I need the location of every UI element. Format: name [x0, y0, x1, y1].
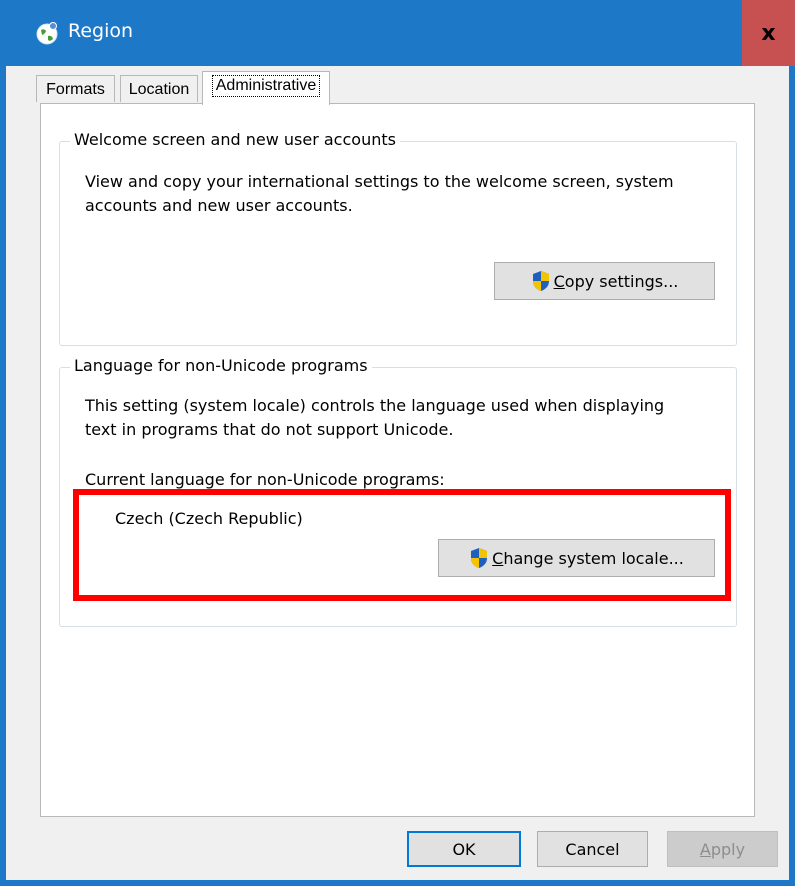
copy-settings-mnemonic: C: [553, 271, 565, 291]
administrative-panel: Welcome screen and new user accounts Vie…: [40, 103, 755, 817]
close-button[interactable]: x: [742, 0, 795, 66]
window-title: Region: [68, 20, 134, 42]
red-highlight-box: [73, 489, 731, 601]
tab-administrative[interactable]: Administrative: [202, 71, 330, 105]
tab-formats[interactable]: Formats: [36, 75, 115, 102]
globe-icon: [36, 22, 58, 45]
language-group-legend: Language for non-Unicode programs: [70, 356, 372, 375]
language-description-line1: This setting (system locale) controls th…: [85, 396, 665, 415]
apply-label: Apply: [700, 840, 745, 859]
apply-mnemonic: A: [699, 839, 711, 859]
copy-settings-text: opy settings...: [564, 271, 679, 291]
copy-settings-button[interactable]: Copy settings...: [494, 262, 715, 300]
tab-administrative-label: Administrative: [211, 75, 321, 97]
ok-label: OK: [452, 839, 476, 859]
title-bar: Region x: [0, 0, 795, 66]
dialog-footer: OK Cancel Apply: [6, 817, 789, 880]
apply-button[interactable]: Apply: [667, 831, 778, 867]
region-dialog: Region x Formats Location Administrative…: [0, 0, 795, 886]
tab-location[interactable]: Location: [120, 75, 198, 102]
welcome-group-legend: Welcome screen and new user accounts: [70, 130, 400, 149]
copy-settings-label: Copy settings...: [554, 272, 679, 291]
tab-formats-label: Formats: [46, 81, 105, 98]
cancel-button[interactable]: Cancel: [537, 831, 648, 867]
welcome-description-line1: View and copy your international setting…: [85, 172, 674, 191]
welcome-description-line2: accounts and new user accounts.: [85, 196, 353, 215]
cancel-label: Cancel: [565, 839, 620, 859]
uac-shield-icon: [532, 271, 549, 291]
tab-location-label: Location: [128, 81, 190, 98]
apply-text: pply: [710, 839, 746, 859]
close-icon: x: [761, 20, 776, 46]
ok-button[interactable]: OK: [407, 831, 521, 867]
language-description-line2: text in programs that do not support Uni…: [85, 420, 454, 439]
